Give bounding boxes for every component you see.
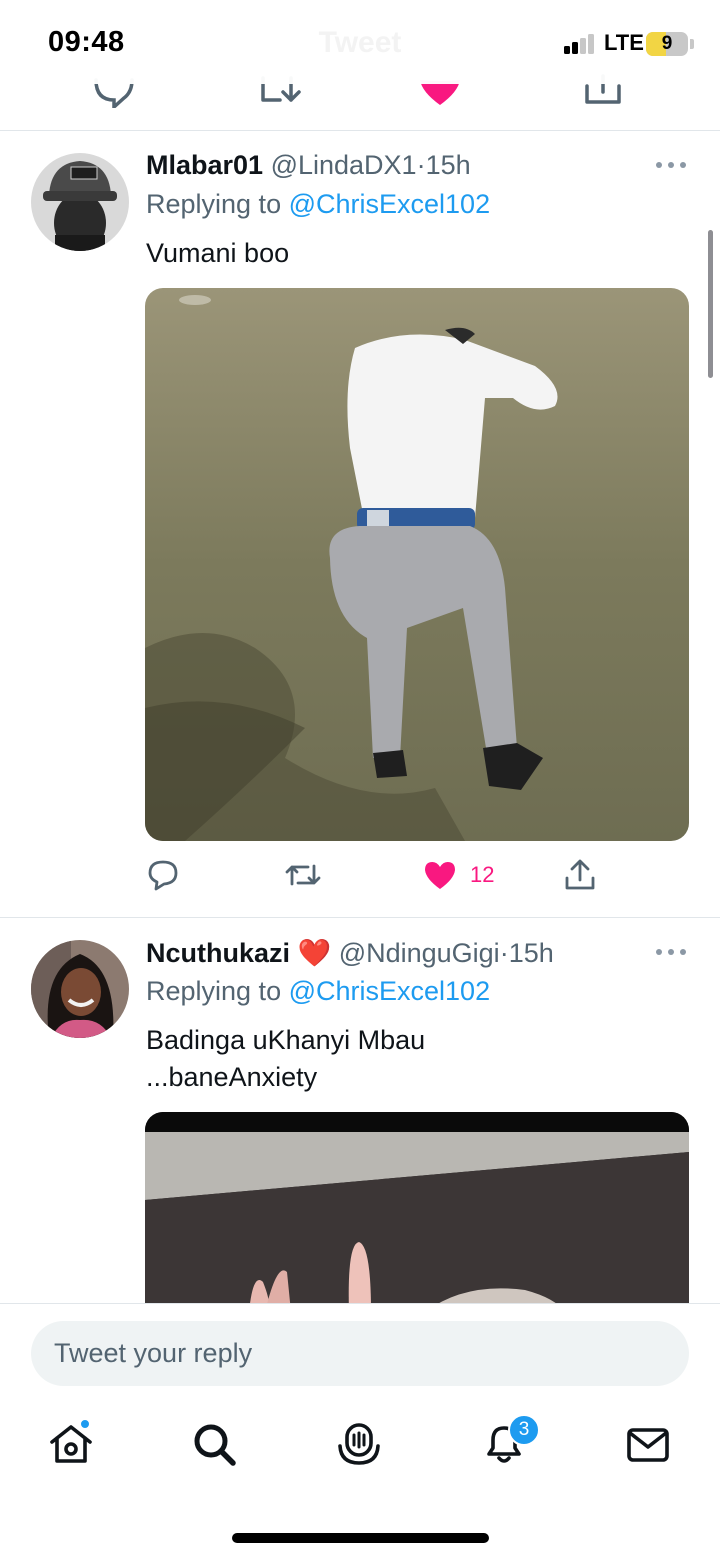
tab-home[interactable] <box>47 1418 95 1468</box>
tweet-media-video[interactable] <box>145 1112 689 1312</box>
heart-emoji: ❤️ <box>297 938 332 968</box>
display-name[interactable]: Ncuthukazi <box>146 938 290 968</box>
replying-prefix: Replying to <box>146 189 282 219</box>
battery-level: 9 <box>661 33 673 54</box>
more-icon[interactable] <box>656 162 686 170</box>
handle[interactable]: @NdinguGigi <box>339 938 500 968</box>
reply-icon <box>148 860 178 891</box>
timestamp: 15h <box>508 938 554 968</box>
tab-spaces[interactable] <box>335 1420 383 1468</box>
handle[interactable]: @LindaDX1 <box>271 150 417 180</box>
messages-icon <box>627 1428 669 1462</box>
tweet-text-line: Badinga uKhanyi Mbau <box>146 1025 426 1055</box>
separator: · <box>416 150 426 180</box>
battery-icon: 9 <box>646 32 688 56</box>
tweet-header: Mlabar01 @LindaDX1·15h <box>146 150 471 181</box>
heart-filled-icon <box>425 862 455 889</box>
spaces-icon <box>338 1423 380 1465</box>
share-button[interactable] <box>564 855 596 895</box>
replying-prefix: Replying to <box>146 976 282 1006</box>
reply-button[interactable] <box>146 855 180 895</box>
replying-to-mention[interactable]: @ChrisExcel102 <box>289 976 491 1006</box>
tab-search[interactable] <box>190 1420 238 1468</box>
status-bar: Tweet 09:48 LTE 9 <box>0 0 720 84</box>
tweet-text: Vumani boo <box>146 238 290 268</box>
tab-messages[interactable] <box>624 1420 672 1468</box>
tab-notifications[interactable]: 3 <box>480 1414 540 1468</box>
network-type: LTE <box>604 30 644 55</box>
scrollbar[interactable] <box>708 230 713 378</box>
like-count: 12 <box>470 862 495 887</box>
status-time: 09:48 <box>48 26 125 58</box>
like-button[interactable]: 12 <box>424 855 494 895</box>
tweet-text-line: ...baneAnxiety <box>146 1062 318 1092</box>
signal-icon <box>564 34 598 54</box>
avatar[interactable] <box>31 153 129 251</box>
retweet-icon <box>285 864 321 886</box>
reply-input[interactable] <box>54 1321 654 1386</box>
tweet-header: Ncuthukazi ❤️ @NdinguGigi·15h <box>146 937 554 969</box>
more-icon[interactable] <box>656 949 686 957</box>
tweet-text: Badinga uKhanyi Mbau ...baneAnxiety <box>146 1022 425 1096</box>
tweet[interactable]: Mlabar01 @LindaDX1·15h Replying to @Chri… <box>0 131 720 917</box>
new-content-dot <box>79 1418 91 1430</box>
tweet[interactable]: Ncuthukazi ❤️ @NdinguGigi·15h Replying t… <box>0 918 720 1318</box>
avatar[interactable] <box>31 940 129 1038</box>
share-icon <box>565 859 595 890</box>
retweet-button[interactable] <box>284 855 322 895</box>
home-indicator[interactable] <box>232 1533 489 1543</box>
replying-to: Replying to @ChrisExcel102 <box>146 976 490 1007</box>
timestamp: 15h <box>425 150 471 180</box>
replying-to: Replying to @ChrisExcel102 <box>146 189 490 220</box>
display-name[interactable]: Mlabar01 <box>146 150 263 180</box>
search-icon <box>194 1424 236 1466</box>
tab-bar: 3 <box>0 1402 720 1492</box>
separator: · <box>499 938 509 968</box>
replying-to-mention[interactable]: @ChrisExcel102 <box>289 189 491 219</box>
tweet-media-image[interactable] <box>145 288 689 841</box>
reply-composer[interactable] <box>31 1321 689 1386</box>
notifications-badge: 3 <box>508 1414 540 1446</box>
tweet-actions: 12 <box>0 855 720 895</box>
